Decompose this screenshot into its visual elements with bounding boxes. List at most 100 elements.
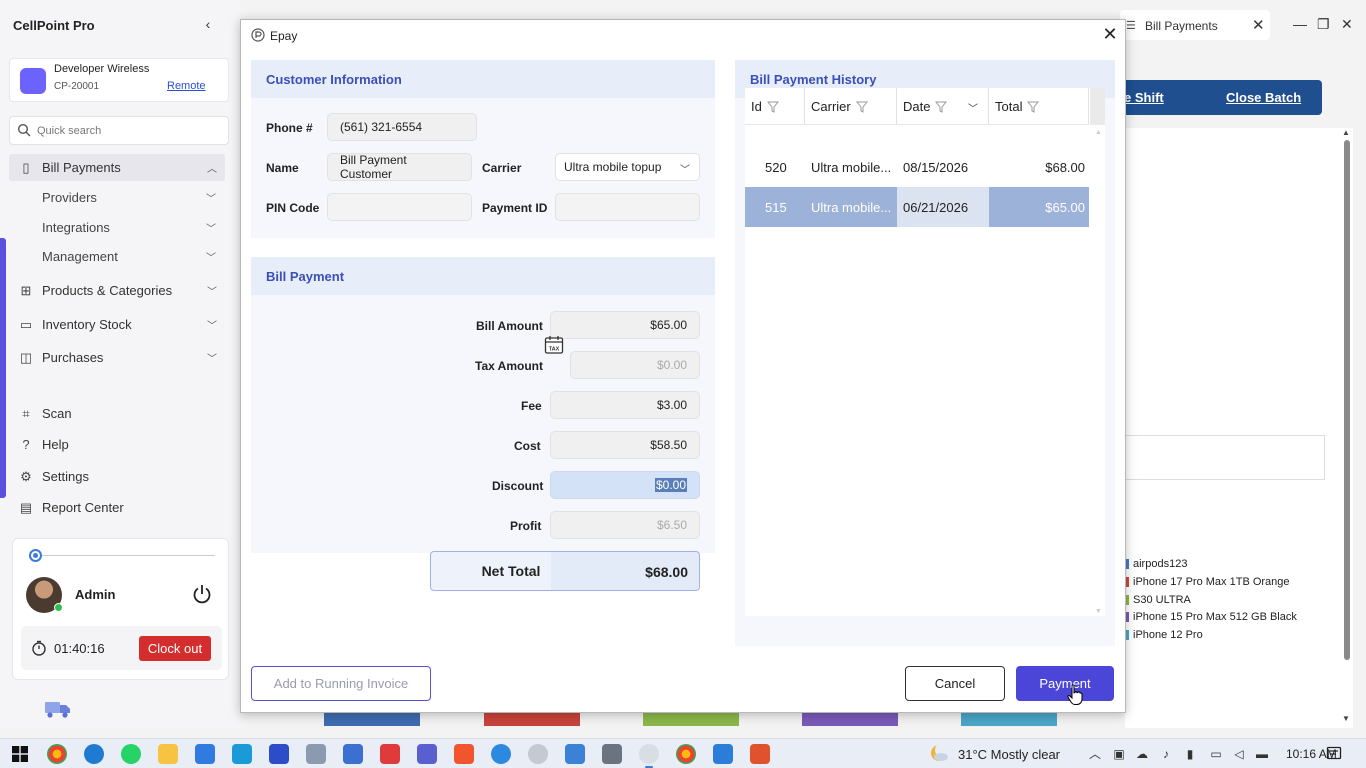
windows-start-icon[interactable]: [12, 746, 28, 762]
app-icon[interactable]: [750, 744, 770, 764]
column-header-date[interactable]: Date ﹀: [897, 88, 989, 125]
tray-icon[interactable]: ▣: [1111, 746, 1127, 762]
cloud-icon[interactable]: ☁: [1134, 746, 1150, 762]
scroll-down-icon[interactable]: ▼: [1095, 608, 1102, 615]
sidebar-item-inventory[interactable]: ▭ Inventory Stock ﹀: [9, 311, 225, 338]
table-row-selected[interactable]: 515 Ultra mobile... 06/21/2026 $65.00: [745, 187, 1089, 227]
filter-icon[interactable]: [1027, 101, 1040, 113]
file-explorer-icon[interactable]: [158, 744, 178, 764]
column-header-total[interactable]: Total: [989, 88, 1089, 125]
discount-field[interactable]: $0.00: [550, 471, 700, 499]
gear-icon: ⚙: [20, 468, 32, 484]
teams-icon[interactable]: [417, 744, 437, 764]
pin-code-field[interactable]: [327, 193, 472, 221]
usb-icon[interactable]: ▮: [1182, 746, 1198, 762]
sidebar-subitem-integrations[interactable]: Integrations ﹀: [42, 215, 222, 239]
app-icon[interactable]: [269, 744, 289, 764]
scroll-down-icon[interactable]: ▼: [1342, 714, 1350, 723]
app-icon[interactable]: [380, 744, 400, 764]
sidebar-subitem-management[interactable]: Management ﹀: [42, 244, 222, 268]
payment-button[interactable]: Payment: [1016, 666, 1114, 701]
sidebar-item-help[interactable]: ? Help: [9, 431, 225, 458]
scroll-up-icon[interactable]: ▲: [1095, 129, 1102, 136]
sidebar-item-products[interactable]: ⊞ Products & Categories ﹀: [9, 277, 225, 304]
section-title: Bill Payment: [266, 269, 345, 284]
quick-search[interactable]: [9, 116, 229, 145]
legend-label: iPhone 17 Pro Max 1TB Orange: [1133, 576, 1290, 588]
chevron-up-icon[interactable]: ︿: [1087, 746, 1103, 762]
grid-header: Id Carrier Date ﹀ Total: [745, 88, 1089, 125]
remote-link[interactable]: Remote: [167, 80, 206, 92]
cost-field[interactable]: $58.50: [550, 431, 700, 459]
photos-icon[interactable]: [713, 744, 733, 764]
sort-descending-icon[interactable]: ﹀: [968, 100, 978, 115]
sidebar-item-purchases[interactable]: ◫ Purchases ﹀: [9, 344, 225, 371]
phone-field[interactable]: (561) 321-6554: [327, 113, 477, 141]
notification-icon[interactable]: [1326, 746, 1342, 762]
chrome-icon[interactable]: [676, 744, 696, 764]
tax-amount-field[interactable]: $0.00: [570, 351, 700, 379]
search-input[interactable]: [37, 122, 217, 140]
minimize-icon[interactable]: —: [1293, 16, 1307, 32]
background-scrollbar[interactable]: [1344, 140, 1350, 660]
tax-calculator-icon[interactable]: TAX: [544, 335, 564, 355]
volume-icon[interactable]: ◁: [1231, 746, 1247, 762]
edge-icon[interactable]: [84, 744, 104, 764]
notepad-icon[interactable]: [565, 744, 585, 764]
window-close-icon[interactable]: ✕: [1341, 16, 1353, 33]
carrier-select[interactable]: Ultra mobile topup ﹀: [555, 153, 700, 181]
power-icon[interactable]: [191, 583, 213, 605]
profit-field[interactable]: $6.50: [550, 511, 700, 539]
chrome-icon[interactable]: [47, 744, 67, 764]
sidebar-item-bill-payments[interactable]: ▯ Bill Payments ︿: [9, 154, 225, 181]
calculator-icon[interactable]: [602, 744, 622, 764]
shift-link[interactable]: e Shift: [1124, 90, 1164, 105]
filter-icon[interactable]: [766, 101, 779, 113]
whatsapp-icon[interactable]: [121, 744, 141, 764]
product-thumbnail[interactable]: [802, 712, 898, 726]
scroll-up-icon[interactable]: ▲: [1342, 128, 1350, 137]
product-thumbnail[interactable]: [643, 712, 739, 726]
app-icon[interactable]: [306, 744, 326, 764]
fee-field[interactable]: $3.00: [550, 391, 700, 419]
clock-out-button[interactable]: Clock out: [139, 636, 211, 661]
user-name: Admin: [75, 587, 116, 602]
product-thumbnail[interactable]: [324, 712, 420, 726]
sidebar-item-report-center[interactable]: ▤ Report Center: [9, 494, 225, 521]
store-card[interactable]: Developer Wireless CP-20001 Remote: [9, 58, 229, 102]
app-icon[interactable]: [343, 744, 363, 764]
brave-icon[interactable]: [454, 744, 474, 764]
filter-icon[interactable]: [935, 101, 948, 113]
close-tab-icon[interactable]: ✕: [1252, 16, 1265, 34]
add-to-running-invoice-button[interactable]: Add to Running Invoice: [251, 666, 431, 701]
battery-icon[interactable]: ▬: [1254, 746, 1270, 762]
app-icon[interactable]: [232, 744, 252, 764]
slider-thumb[interactable]: [29, 549, 42, 562]
payment-id-field[interactable]: [555, 193, 700, 221]
product-thumbnail[interactable]: [961, 712, 1057, 726]
column-header-carrier[interactable]: Carrier: [805, 88, 897, 125]
restore-icon[interactable]: ❐: [1317, 16, 1330, 33]
table-row[interactable]: 520 Ultra mobile... 08/15/2026 $68.00: [745, 147, 1089, 187]
collapse-sidebar-chevron-left-icon[interactable]: ‹: [200, 16, 216, 32]
network-icon[interactable]: ▭: [1208, 746, 1224, 762]
column-header-id[interactable]: Id: [745, 88, 805, 125]
delivery-truck-icon[interactable]: [42, 698, 72, 720]
cancel-button[interactable]: Cancel: [905, 666, 1005, 701]
sidebar-subitem-providers[interactable]: Providers ﹀: [42, 185, 222, 209]
close-batch-link[interactable]: Close Batch: [1226, 90, 1301, 105]
store-icon[interactable]: [195, 744, 215, 764]
sidebar-item-scan[interactable]: ⌗ Scan: [9, 400, 225, 427]
cellpoint-taskbar-icon[interactable]: [639, 744, 659, 768]
product-thumbnail[interactable]: [484, 712, 580, 726]
app-icon[interactable]: [528, 744, 548, 764]
slider-track[interactable]: [35, 555, 215, 556]
sidebar-item-settings[interactable]: ⚙ Settings: [9, 463, 225, 490]
microphone-icon[interactable]: ♪: [1158, 746, 1174, 762]
filter-icon[interactable]: [855, 101, 868, 113]
bill-amount-field[interactable]: $65.00: [550, 311, 700, 339]
app-icon[interactable]: [491, 744, 511, 764]
name-field[interactable]: Bill Payment Customer: [327, 153, 472, 181]
dialog-close-icon[interactable]: ✕: [1102, 25, 1118, 43]
tab-bill-payments[interactable]: ☰ Bill Payments ✕: [1120, 10, 1270, 40]
